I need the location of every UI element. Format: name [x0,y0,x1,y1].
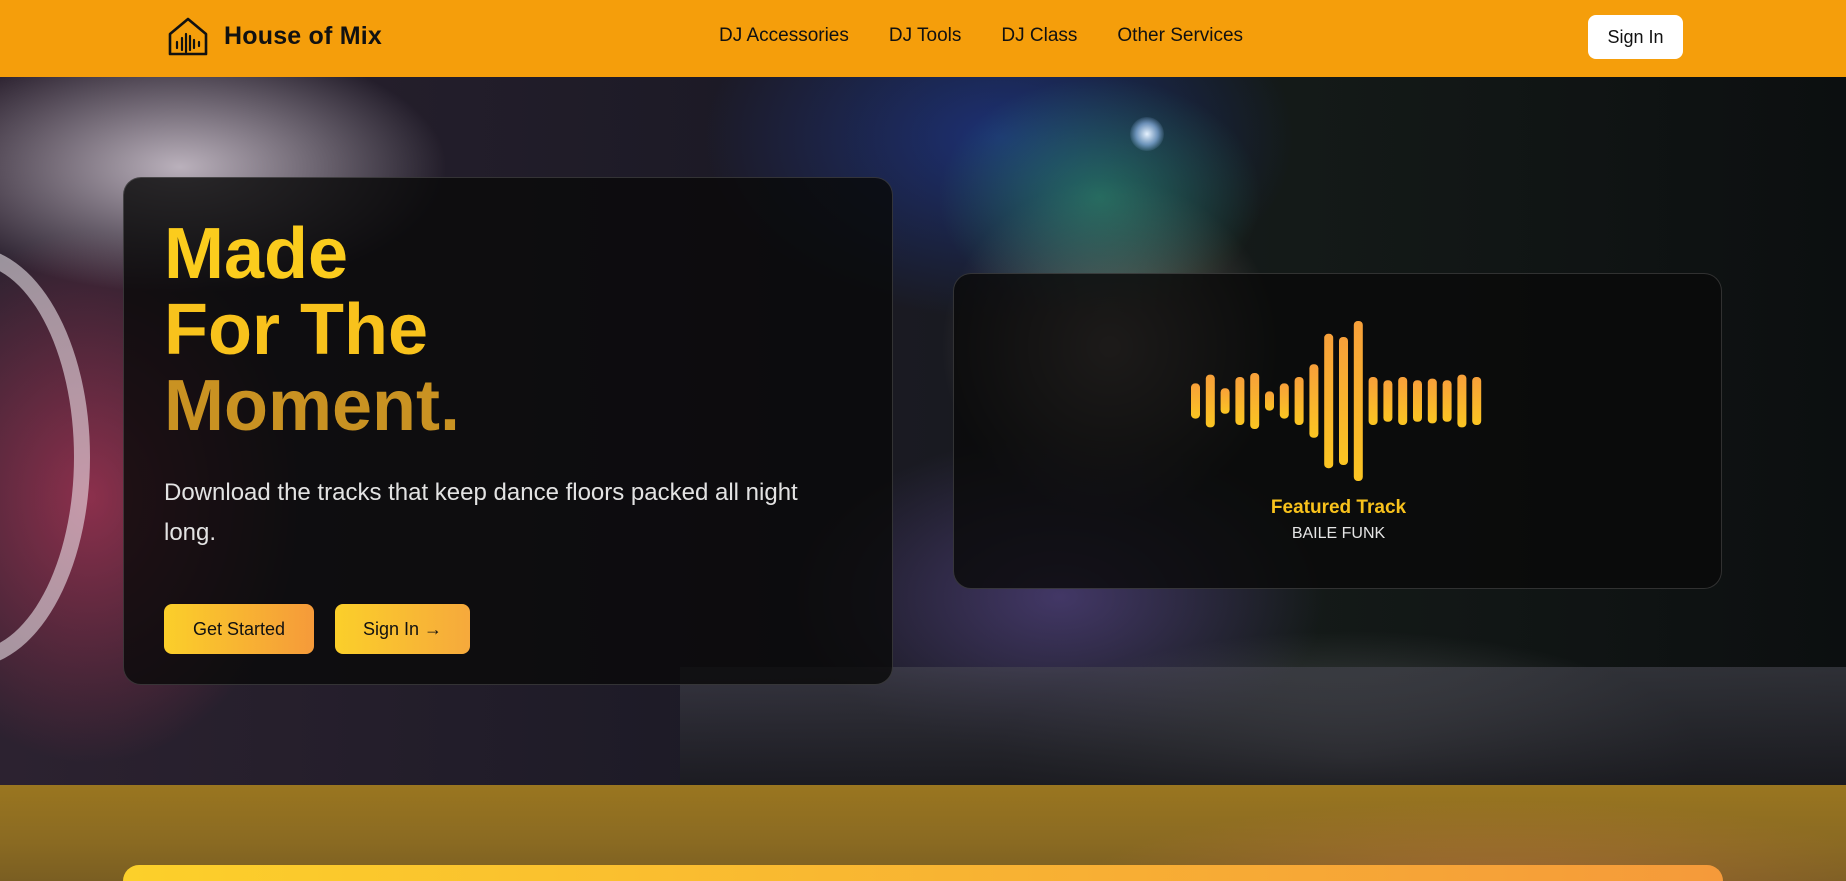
nav-link-dj-tools[interactable]: DJ Tools [889,25,962,47]
waveform-bar [1339,337,1348,465]
waveform-bar [1398,377,1408,425]
headline-line-3: Moment. [164,366,460,446]
waveform-bar [1294,377,1304,425]
featured-track-card[interactable]: Featured Track BAILE FUNK [953,273,1722,589]
headline-line-1: Made [164,214,349,294]
waveform-bar [1442,380,1452,422]
hero-background-arc [0,247,90,667]
top-navbar: House of Mix DJ Accessories DJ Tools DJ … [0,0,1846,77]
waveform-bar [1279,383,1289,419]
waveform-bar [1205,374,1215,428]
hero-section: Made For The Moment. Download the tracks… [0,77,1846,785]
waveform-bar [1220,388,1230,414]
hero-subtitle: Download the tracks that keep dance floo… [164,479,798,546]
featured-track-name: BAILE FUNK [1291,525,1386,542]
nav-sign-in-button[interactable]: Sign In [1588,15,1683,59]
brand-name: House of Mix [224,21,382,50]
hero-sign-in-button[interactable]: Sign In → [335,604,470,654]
waveform-bar [1368,377,1378,425]
waveform-bar [1457,374,1467,428]
waveform-bar [1427,378,1437,424]
waveform-bar [1472,377,1482,425]
waveform-bar [1309,364,1319,438]
get-started-button[interactable]: Get Started [164,604,314,654]
headline-line-2: For The [164,290,428,370]
main-nav: DJ Accessories DJ Tools DJ Class Other S… [719,25,1243,47]
hero-card: Made For The Moment. Download the tracks… [123,177,893,685]
waveform-bar [1191,383,1200,419]
next-section [0,785,1846,881]
nav-link-dj-class[interactable]: DJ Class [1001,25,1077,47]
hero-headline: Made For The Moment. [164,216,460,444]
house-waveform-icon [168,17,208,56]
waveform-bar [1413,380,1422,422]
hero-spotlight [1130,117,1164,151]
waveform-bar [1324,333,1334,469]
waveform-bar [1235,377,1245,425]
waveform-bar [1250,373,1260,429]
waveform-bar [1383,380,1393,422]
brand[interactable]: House of Mix [166,14,382,58]
waveform-bar [1353,321,1363,481]
nav-link-other-services[interactable]: Other Services [1117,25,1243,47]
promo-banner [123,865,1723,881]
featured-track-label: Featured Track [1270,497,1407,518]
waveform-bar [1265,391,1274,411]
nav-link-dj-accessories[interactable]: DJ Accessories [719,25,849,47]
